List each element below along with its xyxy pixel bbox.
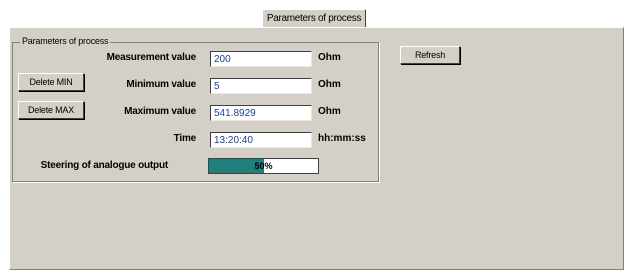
tab-parameters-of-process[interactable]: Parameters of process	[262, 9, 366, 27]
minimum-value-label: Minimum value	[126, 79, 196, 90]
minimum-value-field[interactable]	[210, 78, 312, 94]
delete-max-button[interactable]: Delete MAX	[18, 101, 84, 119]
time-label: Time	[173, 133, 197, 144]
delete-min-button[interactable]: Delete MIN	[18, 73, 84, 91]
progress-percent-text: 50%	[254, 161, 273, 171]
minimum-unit: Ohm	[318, 79, 341, 90]
measurement-value-field[interactable]	[210, 51, 312, 67]
time-field[interactable]	[210, 132, 312, 148]
analogue-output-progress: 50%	[208, 158, 319, 174]
maximum-value-label: Maximum value	[124, 106, 196, 117]
time-unit: hh:mm:ss	[318, 133, 366, 144]
analogue-output-label: Steering of analogue output	[40, 160, 169, 171]
maximum-unit: Ohm	[318, 106, 341, 117]
groupbox-title: Parameters of process	[20, 36, 111, 47]
refresh-button[interactable]: Refresh	[400, 46, 460, 64]
measurement-value-label: Measurement value	[106, 52, 197, 63]
maximum-value-field[interactable]	[210, 105, 312, 121]
measurement-unit: Ohm	[318, 52, 341, 63]
